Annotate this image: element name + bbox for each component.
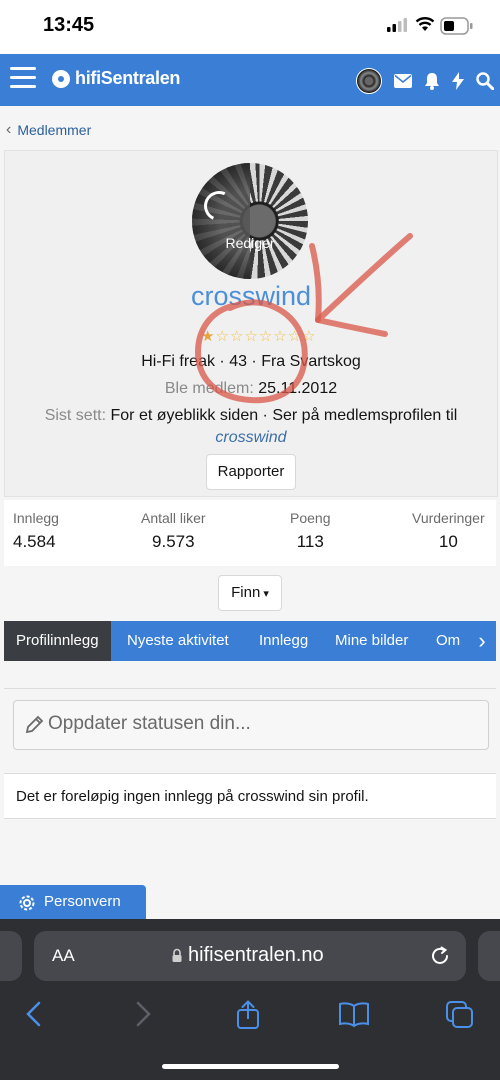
- privacy-button[interactable]: Personvern: [0, 885, 146, 919]
- logo-disc-icon: [52, 69, 70, 88]
- stat-label: Poeng: [290, 510, 331, 526]
- clock: 13:45: [43, 14, 95, 36]
- privacy-label: Personvern: [44, 893, 121, 910]
- stat-label: Innlegg: [13, 510, 59, 526]
- mail-icon[interactable]: [394, 74, 412, 88]
- status-update-input[interactable]: Oppdater statusen din...: [13, 700, 489, 750]
- star-icon: ☆: [258, 328, 273, 345]
- logo-main: Sentralen: [100, 68, 181, 88]
- member-summary: Hi-Fi freak · 43 · Fra Svartskog: [141, 353, 361, 370]
- lock-icon: [172, 948, 182, 962]
- rank-stars: ★ ☆ ☆ ☆ ☆ ☆ ☆ ☆: [201, 327, 316, 345]
- profile-tabs: Profilinnlegg Nyeste aktivitet Innlegg M…: [4, 621, 496, 661]
- star-icon: ☆: [215, 328, 229, 345]
- cellular-signal-icon: [387, 18, 407, 32]
- forward-icon[interactable]: [133, 1000, 153, 1028]
- last-seen-label: Sist sett:: [44, 407, 107, 424]
- username[interactable]: crosswind: [5, 281, 497, 312]
- caret-down-icon: ▾: [260, 588, 269, 600]
- search-icon[interactable]: [476, 72, 494, 90]
- tabs-icon[interactable]: [445, 1000, 475, 1030]
- chevron-right-icon[interactable]: ›: [468, 621, 496, 661]
- find-dropdown-button[interactable]: Finn ▾: [218, 575, 282, 611]
- edit-avatar-label[interactable]: Rediger: [192, 235, 308, 251]
- stat-likes: Antall liker 9.573: [141, 510, 206, 552]
- reload-icon[interactable]: [429, 945, 451, 967]
- home-indicator: [162, 1064, 339, 1069]
- avatar-swirl: [199, 186, 239, 226]
- stat-value: 10: [438, 532, 458, 551]
- stat-value: 4.584: [13, 532, 56, 551]
- profile-avatar[interactable]: Rediger: [192, 163, 308, 279]
- next-tab-peek[interactable]: [478, 931, 500, 981]
- last-seen-target-link[interactable]: crosswind: [5, 429, 497, 447]
- browser-toolbar: [0, 994, 500, 1038]
- profile-card: Rediger crosswind ★ ☆ ☆ ☆ ☆ ☆ ☆ ☆ Hi-Fi …: [4, 150, 498, 497]
- url-text[interactable]: hifisentralen.no: [188, 944, 324, 967]
- stat-label: Vurderinger: [412, 510, 485, 526]
- divider: [4, 688, 496, 689]
- stat-label: Antall liker: [141, 510, 206, 526]
- tab-about[interactable]: Om: [436, 621, 460, 661]
- chevron-left-icon: ‹: [6, 121, 12, 138]
- stat-value: 113: [296, 532, 324, 551]
- star-icon: ☆: [287, 328, 302, 345]
- bookmarks-icon[interactable]: [338, 1000, 370, 1028]
- stat-ratings[interactable]: Vurderinger 10: [412, 510, 485, 552]
- back-icon[interactable]: [24, 1000, 44, 1028]
- status-placeholder: Oppdater statusen din...: [48, 713, 251, 734]
- stat-points[interactable]: Poeng 113: [290, 510, 330, 552]
- joined-row: Ble medlem: 25.11.2012: [5, 380, 497, 398]
- report-button[interactable]: Rapporter: [206, 454, 296, 490]
- account-avatar[interactable]: [356, 68, 382, 94]
- star-icon: ☆: [229, 328, 244, 345]
- star-icon: ☆: [302, 328, 316, 345]
- breadcrumb[interactable]: ‹ Medlemmer: [6, 121, 91, 139]
- empty-message: Det er foreløpig ingen innlegg på crossw…: [16, 788, 369, 805]
- app-header: hifiSentralen: [0, 54, 500, 106]
- last-seen-row: Sist sett: For et øyeblikk siden · Ser p…: [5, 407, 497, 425]
- pencil-icon: [25, 715, 44, 734]
- breadcrumb-label: Medlemmer: [17, 122, 92, 138]
- tab-posts[interactable]: Innlegg: [259, 621, 308, 661]
- battery-icon: [440, 17, 473, 35]
- address-bar[interactable]: AA hifisentralen.no: [34, 931, 466, 981]
- find-label: Finn: [231, 584, 261, 601]
- bell-icon[interactable]: [424, 72, 440, 90]
- site-logo[interactable]: hifiSentralen: [52, 68, 180, 89]
- status-bar: 13:45: [0, 0, 500, 54]
- stat-value: 9.573: [152, 532, 195, 551]
- gear-icon: [19, 895, 35, 911]
- tab-profile-posts[interactable]: Profilinnlegg: [4, 621, 111, 661]
- share-icon[interactable]: [235, 1000, 261, 1030]
- last-seen-value: For et øyeblikk siden · Ser på medlemspr…: [110, 407, 458, 424]
- empty-posts-notice: Det er foreløpig ingen innlegg på crossw…: [4, 773, 496, 819]
- star-icon: ★: [201, 328, 215, 345]
- browser-chrome: AA hifisentralen.no: [0, 919, 500, 1080]
- stat-posts[interactable]: Innlegg 4.584: [13, 510, 59, 552]
- star-icon: ☆: [244, 328, 258, 345]
- joined-label: Ble medlem:: [164, 380, 254, 397]
- wifi-icon: [415, 17, 435, 31]
- member-stats: Innlegg 4.584 Antall liker 9.573 Poeng 1…: [4, 500, 496, 566]
- menu-icon[interactable]: [10, 67, 36, 93]
- star-icon: ☆: [273, 328, 287, 345]
- tab-my-images[interactable]: Mine bilder: [335, 621, 408, 661]
- bolt-icon[interactable]: [452, 72, 464, 90]
- joined-value: 25.11.2012: [258, 380, 338, 397]
- logo-prefix: hifi: [75, 68, 101, 88]
- tab-latest-activity[interactable]: Nyeste aktivitet: [127, 621, 229, 661]
- prev-tab-peek[interactable]: [0, 931, 22, 981]
- text-size-button[interactable]: AA: [52, 946, 75, 966]
